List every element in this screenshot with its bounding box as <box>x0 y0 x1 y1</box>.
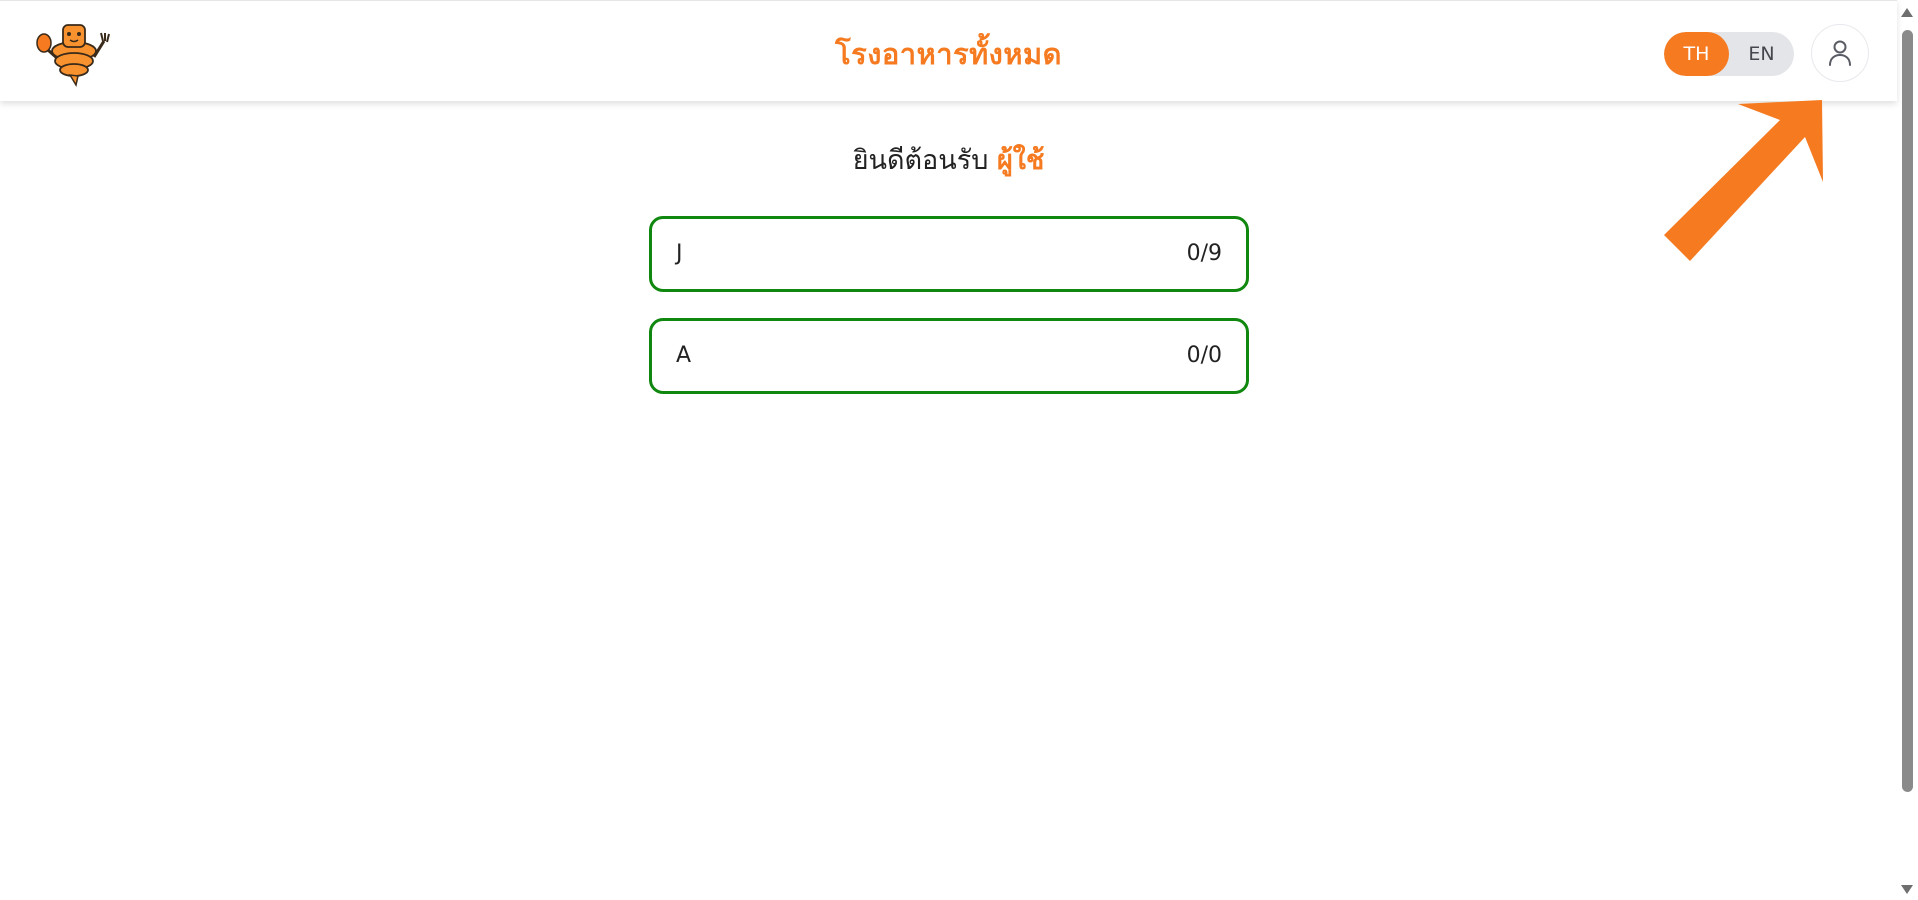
cafeteria-count: 0/9 <box>1186 241 1222 266</box>
welcome-username: ผู้ใช้ <box>996 145 1045 176</box>
welcome-prefix: ยินดีต้อนรับ <box>852 145 989 176</box>
cafeteria-name: J <box>676 241 683 266</box>
lang-en-button[interactable]: EN <box>1729 32 1794 76</box>
lang-th-button[interactable]: TH <box>1664 32 1729 76</box>
page: โรงอาหารทั้งหมด TH EN ยินดีต้อนรับ ผู้ใช… <box>0 0 1918 900</box>
top-header: โรงอาหารทั้งหมด TH EN <box>0 0 1897 101</box>
cafeteria-card[interactable]: J 0/9 <box>649 216 1249 292</box>
cafeteria-card[interactable]: A 0/0 <box>649 318 1249 394</box>
scroll-thumb[interactable] <box>1902 30 1913 792</box>
cafeteria-name: A <box>676 343 692 368</box>
scroll-down-icon[interactable] <box>1901 885 1913 894</box>
language-toggle: TH EN <box>1664 32 1794 76</box>
arrow-pointer-icon <box>1650 80 1830 265</box>
welcome-message: ยินดีต้อนรับ ผู้ใช้ <box>0 138 1897 181</box>
cafeteria-count: 0/0 <box>1186 343 1222 368</box>
scroll-up-icon[interactable] <box>1901 8 1913 17</box>
profile-button[interactable] <box>1811 24 1869 82</box>
vertical-scrollbar[interactable] <box>1897 0 1918 900</box>
user-icon <box>1829 40 1851 66</box>
page-title: โรงอาหารทั้งหมด <box>835 37 1062 71</box>
